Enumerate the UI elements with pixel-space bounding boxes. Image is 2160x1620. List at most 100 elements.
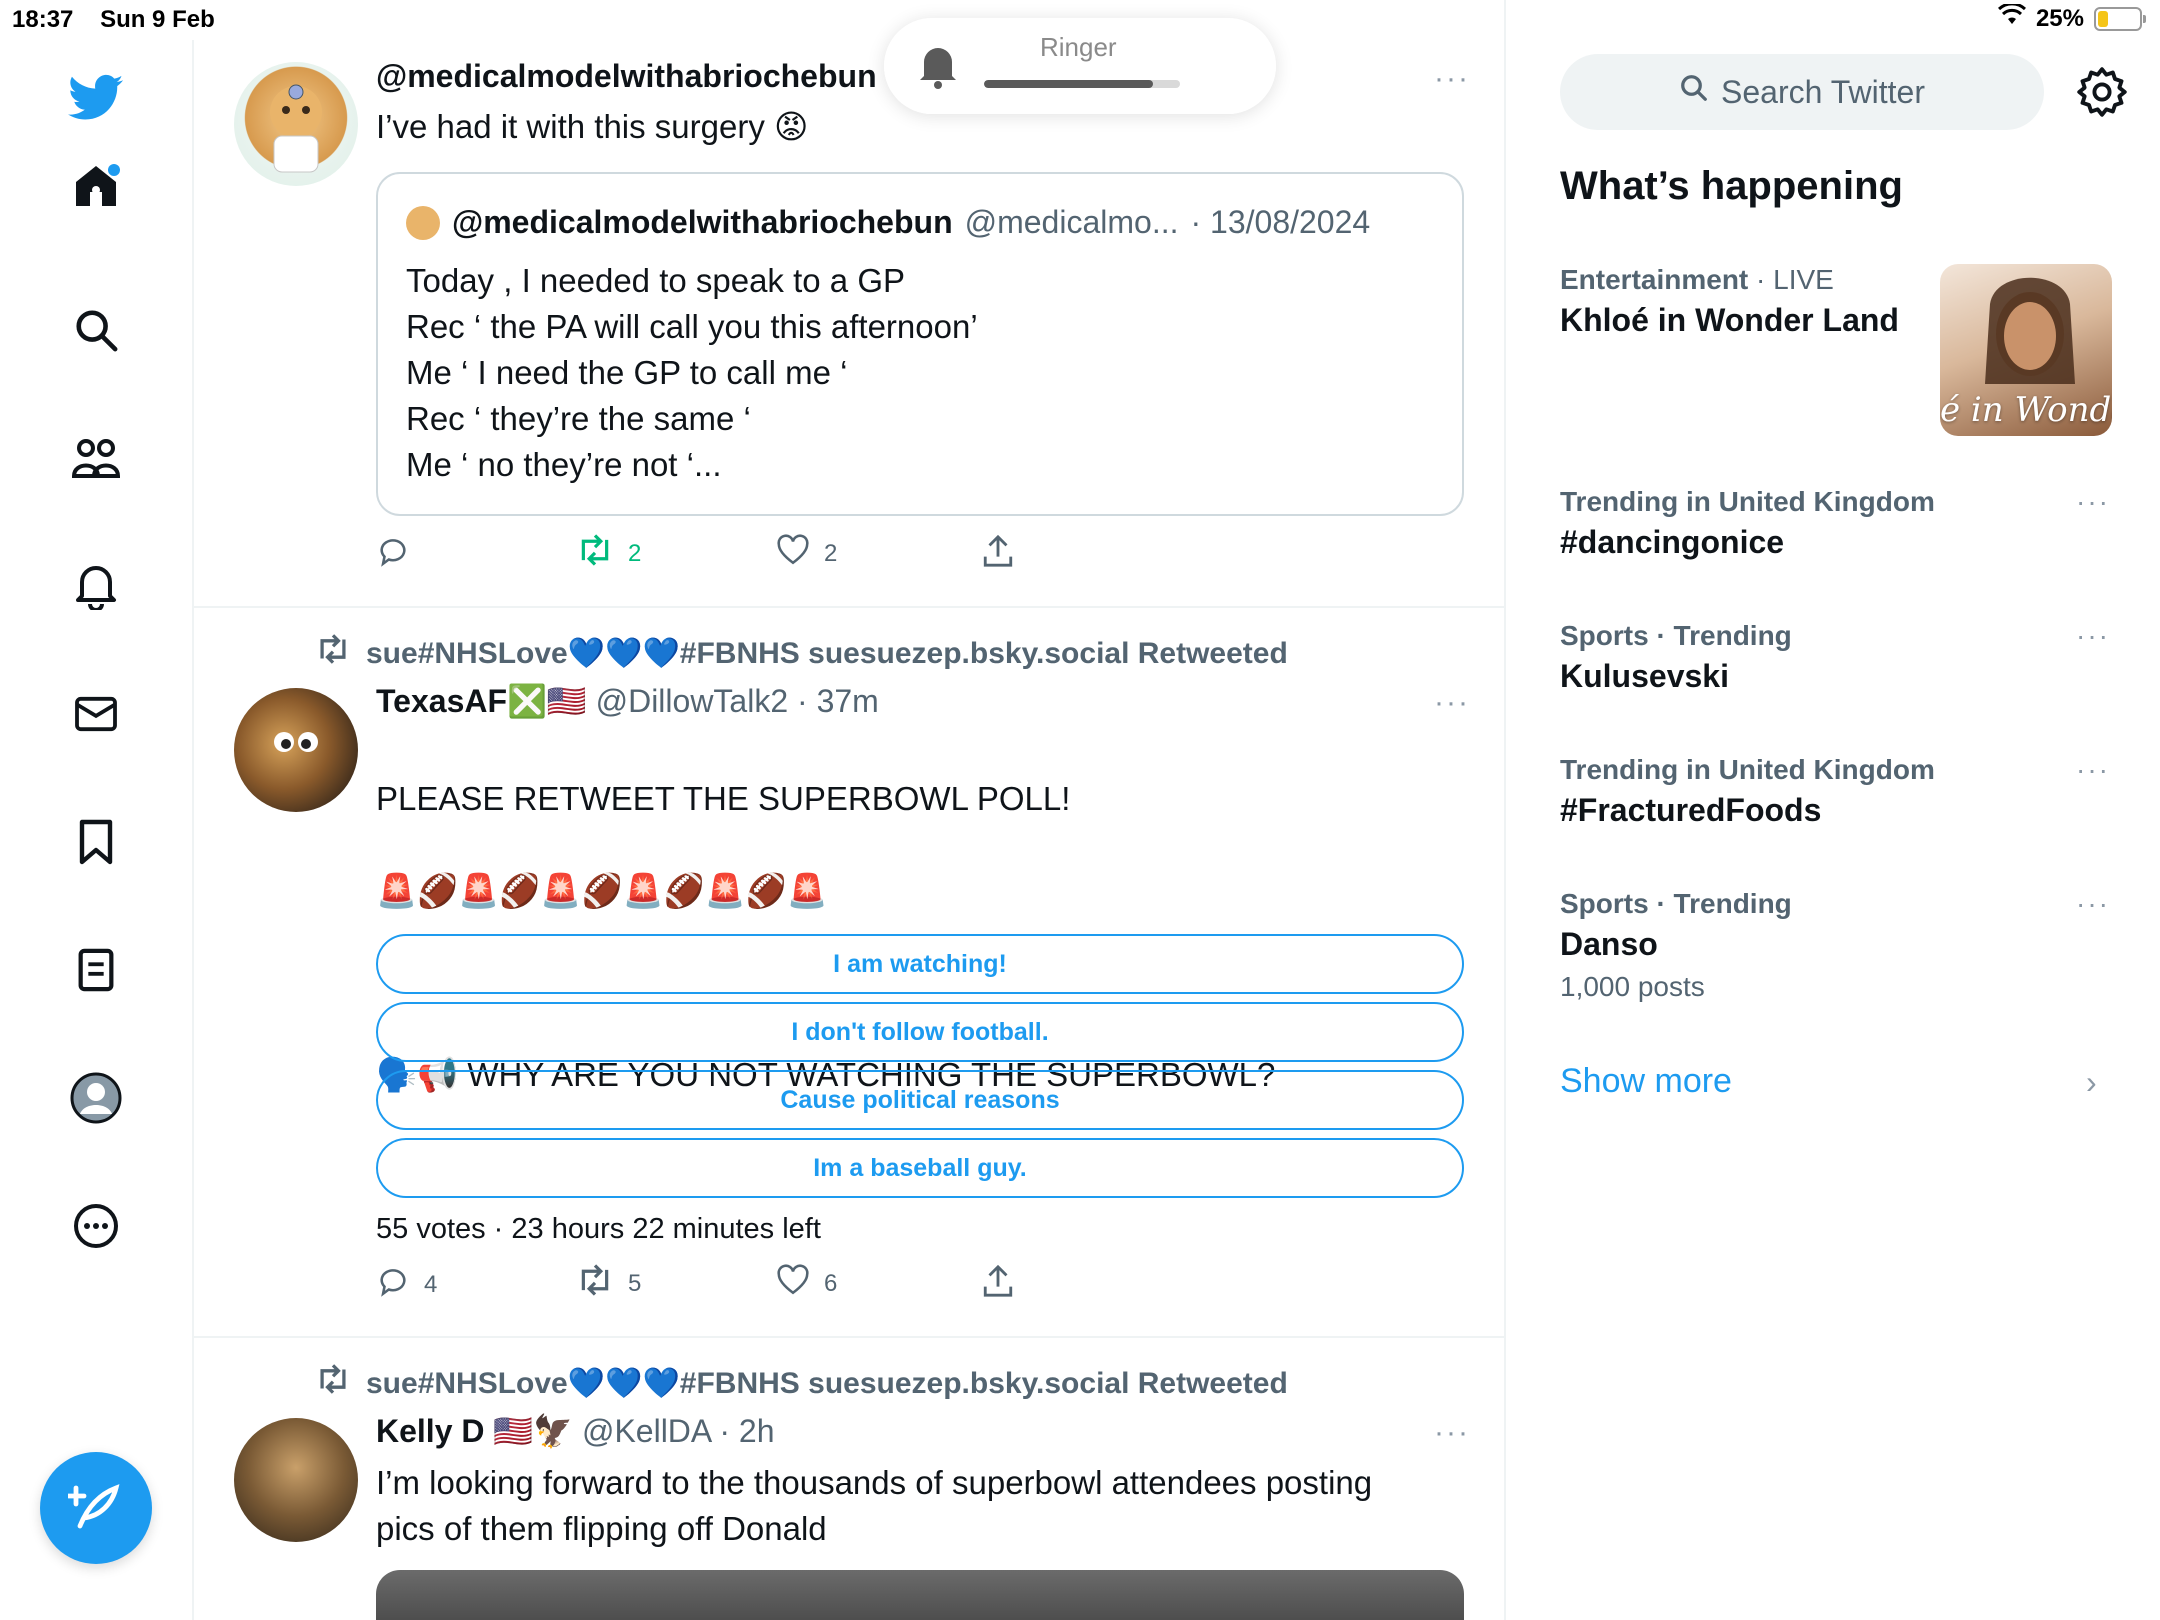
bookmark-icon — [78, 818, 114, 871]
search-icon — [1679, 73, 1709, 111]
battery-level — [2098, 10, 2108, 27]
like-count: 6 — [824, 1269, 838, 1297]
more-circle-icon — [72, 1202, 120, 1255]
wifi-icon — [1997, 2, 2026, 33]
trend-item[interactable]: Sports · Trending Danso 1,000 posts — [1560, 888, 2120, 1003]
ringer-volume-bar — [984, 80, 1180, 88]
like-button[interactable]: 6 — [776, 1264, 837, 1303]
tweet-author[interactable]: TexasAF❎🇺🇸 @DillowTalk2 · 37m — [376, 682, 879, 720]
retweet-icon — [576, 1264, 614, 1303]
settings-button[interactable] — [2076, 66, 2128, 118]
share-button[interactable] — [982, 534, 1014, 575]
tweet-author[interactable]: Kelly D 🇺🇸🦅 @KellDA · 2h — [376, 1412, 775, 1450]
mail-icon — [73, 695, 119, 738]
compose-tweet-button[interactable] — [40, 1452, 152, 1564]
poll-option[interactable]: I don't follow football. — [376, 1002, 1464, 1062]
nav-lists[interactable] — [66, 942, 126, 1002]
search-icon — [73, 307, 119, 358]
trend-more-button[interactable]: ··· — [2076, 486, 2110, 518]
author-name[interactable]: Kelly D 🇺🇸🦅 — [376, 1413, 573, 1449]
author-name[interactable]: TexasAF❎🇺🇸 — [376, 683, 587, 719]
tweet-time[interactable]: · 37m — [797, 683, 879, 719]
retweet-icon — [576, 534, 614, 573]
tweet-media[interactable] — [376, 1570, 1464, 1620]
trend-title: Kulusevski — [1560, 658, 1729, 694]
left-nav — [0, 40, 194, 1620]
trend-item[interactable]: Sports · Trending Kulusevski — [1560, 620, 2120, 695]
nav-communities[interactable] — [66, 430, 126, 490]
battery-percent: 25% — [2035, 4, 2084, 32]
search-placeholder: Search Twitter — [1721, 73, 1925, 110]
trend-thumbnail[interactable]: é in Wonder L — [1940, 264, 2112, 436]
avatar[interactable] — [234, 62, 358, 186]
notification-dot — [108, 164, 120, 176]
author-handle[interactable]: @DillowTalk2 — [596, 683, 789, 719]
status-time-date: 18:37 Sun 9 Feb — [12, 6, 215, 34]
tweet-actions: 2 2 — [376, 534, 1276, 578]
twitter-logo-icon[interactable] — [66, 68, 126, 128]
trend-item[interactable]: Trending in United Kingdom #FracturedFoo… — [1560, 754, 2120, 829]
nav-messages[interactable] — [66, 686, 126, 746]
retweet-count: 2 — [628, 539, 642, 567]
trend-category: Sports · Trending — [1560, 620, 1792, 651]
like-button[interactable]: 2 — [776, 534, 837, 573]
retweet-small-icon — [314, 634, 352, 672]
trend-item[interactable]: Trending in United Kingdom #dancingonice — [1560, 486, 2120, 561]
status-time: 18:37 — [12, 6, 74, 33]
poll-option[interactable]: I am watching! — [376, 934, 1464, 994]
nav-home[interactable] — [66, 158, 126, 218]
reply-button[interactable] — [376, 534, 424, 575]
show-more-link[interactable]: Show more — [1560, 1062, 1732, 1101]
quoted-tweet-header: @medicalmodelwithabriochebun @medicalmo.… — [406, 204, 1370, 241]
trend-category: Trending in United Kingdom — [1560, 486, 1935, 517]
reply-button[interactable]: 4 — [376, 1264, 437, 1305]
ringer-hud: Ringer — [884, 18, 1276, 114]
trend-more-button[interactable]: ··· — [2076, 754, 2110, 786]
trend-category: Entertainment — [1560, 264, 1749, 295]
retweeted-by[interactable]: sue#NHSLove💙💙💙#FBNHS suesuezep.bsky.soci… — [314, 1364, 1288, 1402]
share-button[interactable] — [982, 1264, 1014, 1305]
author-handle[interactable]: @KellDA — [582, 1413, 711, 1449]
gear-icon — [2076, 67, 2128, 122]
trend-more-button[interactable]: ··· — [2076, 620, 2110, 652]
divider — [194, 1336, 1504, 1338]
tweet-more-button[interactable]: ··· — [1434, 686, 1470, 720]
nav-notifications[interactable] — [66, 558, 126, 618]
retweeted-by[interactable]: sue#NHSLove💙💙💙#FBNHS suesuezep.bsky.soci… — [314, 634, 1288, 672]
compose-feather-icon — [65, 1478, 124, 1539]
tweet-time[interactable]: · 2h — [719, 1413, 774, 1449]
ringer-volume-level — [984, 80, 1153, 88]
search-input[interactable]: Search Twitter — [1560, 54, 2044, 130]
heart-icon — [776, 534, 810, 573]
nav-bookmarks[interactable] — [66, 814, 126, 874]
poll-option[interactable]: Im a baseball guy. — [376, 1138, 1464, 1198]
retweet-button[interactable]: 2 — [576, 534, 641, 573]
author-name[interactable]: @medicalmodelwithabriochebun — [376, 58, 877, 94]
nav-more[interactable] — [66, 1198, 126, 1258]
tweet-more-button[interactable]: ··· — [1434, 1416, 1470, 1450]
trend-title: #dancingonice — [1560, 524, 1785, 560]
avatar[interactable] — [234, 1418, 358, 1542]
retweet-small-icon — [314, 1364, 352, 1402]
quoted-avatar — [406, 205, 440, 240]
right-sidebar: Search Twitter What’s happening Entertai… — [1506, 40, 2160, 1620]
share-icon — [982, 534, 1014, 575]
tweet-author[interactable]: @medicalmodelwithabriochebun — [376, 58, 877, 95]
retweeted-by-label: sue#NHSLove💙💙💙#FBNHS suesuezep.bsky.soci… — [366, 1366, 1288, 1400]
trend-title: #FracturedFoods — [1560, 792, 1822, 828]
trend-post-count: 1,000 posts — [1560, 971, 1705, 1002]
tweet-more-button[interactable]: ··· — [1434, 62, 1470, 96]
ringer-label: Ringer — [1040, 32, 1117, 62]
nav-explore[interactable] — [66, 302, 126, 362]
communities-icon — [70, 435, 122, 486]
retweet-button[interactable]: 5 — [576, 1264, 641, 1303]
poll-option[interactable]: Cause political reasons — [376, 1070, 1464, 1130]
avatar[interactable] — [234, 688, 358, 812]
nav-profile[interactable] — [66, 1070, 126, 1130]
quoted-author-name: @medicalmodelwithabriochebun — [452, 204, 953, 240]
like-count: 2 — [824, 539, 838, 567]
trend-title: Danso — [1560, 926, 1658, 962]
quoted-tweet[interactable]: @medicalmodelwithabriochebun @medicalmo.… — [376, 172, 1464, 516]
timeline[interactable]: @medicalmodelwithabriochebun ··· I’ve ha… — [194, 0, 1506, 1620]
trend-more-button[interactable]: ··· — [2076, 888, 2110, 920]
